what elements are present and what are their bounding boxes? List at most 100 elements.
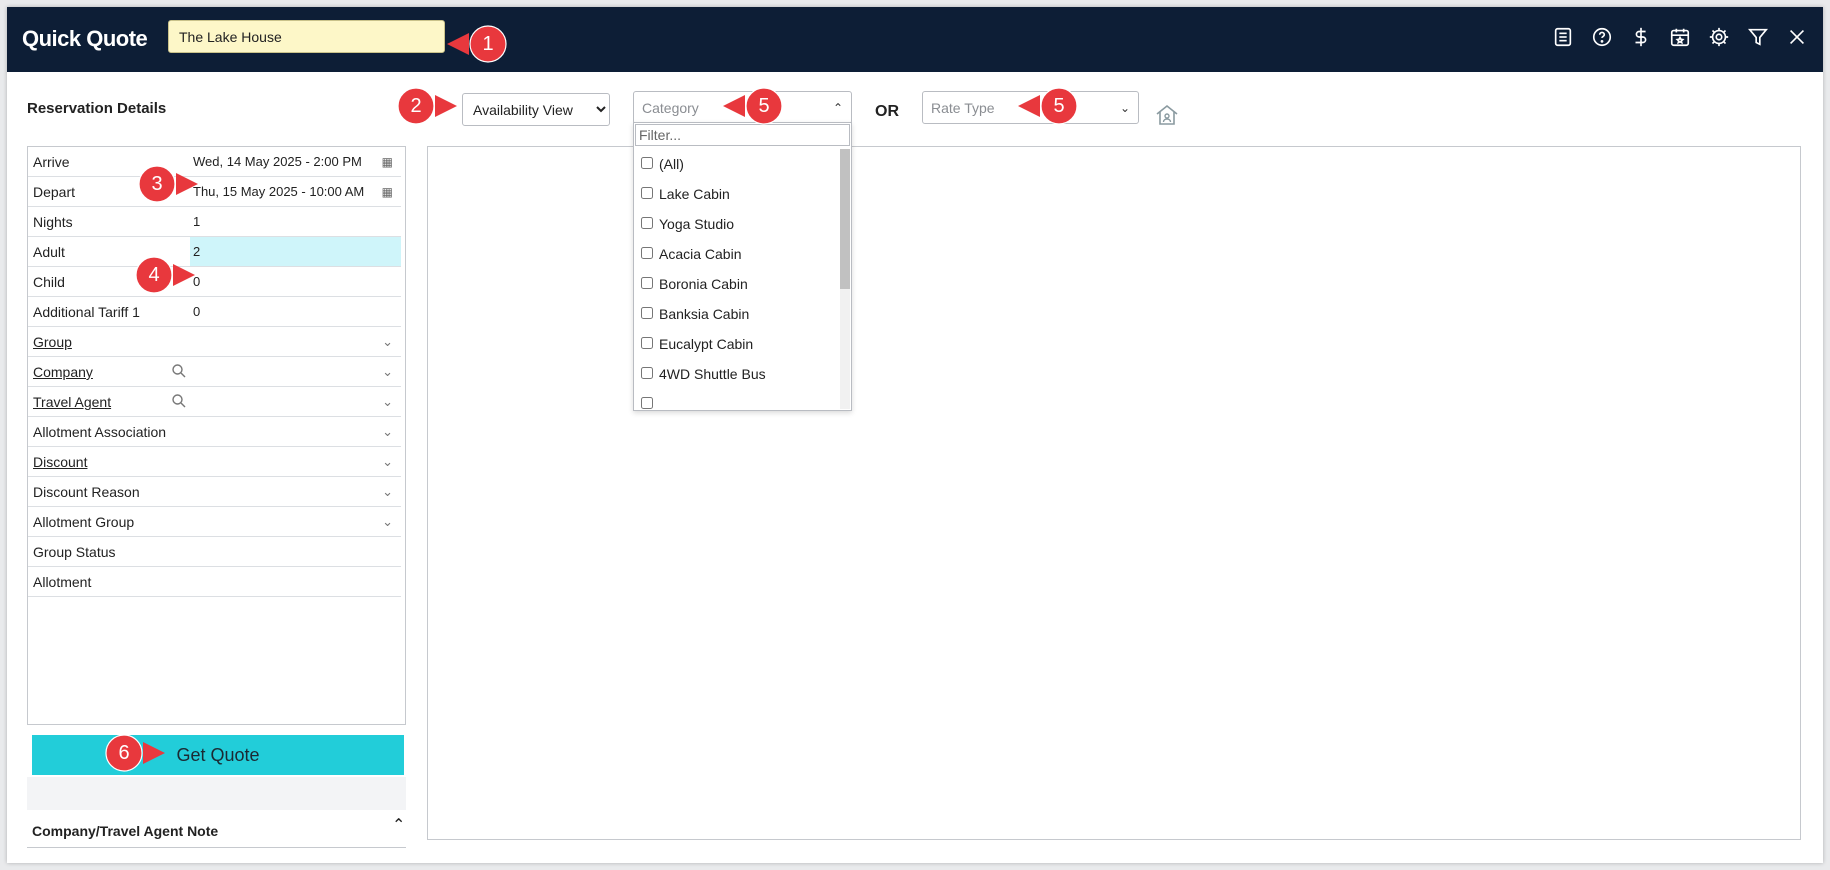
or-label: OR bbox=[875, 103, 899, 120]
home-icon[interactable] bbox=[1154, 103, 1180, 127]
checkbox[interactable] bbox=[641, 247, 653, 259]
chevron-down-icon[interactable]: ⌄ bbox=[382, 334, 393, 350]
row-label: Arrive bbox=[33, 154, 70, 170]
chevron-down-icon[interactable]: ⌄ bbox=[382, 484, 393, 500]
adult-field-highlight bbox=[190, 237, 401, 266]
callout-4: 4 bbox=[131, 256, 195, 294]
travel-agent-link[interactable]: Travel Agent bbox=[33, 394, 111, 410]
chevron-up-icon[interactable]: ⌃ bbox=[392, 815, 405, 835]
category-option-all[interactable]: (All) bbox=[634, 149, 839, 179]
callout-number: 2 bbox=[410, 95, 422, 117]
search-icon[interactable] bbox=[171, 363, 187, 379]
header-toolbar bbox=[1551, 25, 1809, 49]
window-title: Quick Quote bbox=[22, 26, 148, 51]
option-label: Yoga Studio bbox=[659, 216, 734, 232]
list-icon[interactable] bbox=[1551, 25, 1575, 49]
row-label: Nights bbox=[33, 214, 73, 230]
arrive-value[interactable]: Wed, 14 May 2025 - 2:00 PM bbox=[193, 154, 362, 169]
callout-1: 1 bbox=[447, 25, 511, 63]
checkbox[interactable] bbox=[641, 367, 653, 379]
view-select[interactable]: Availability View bbox=[462, 93, 610, 126]
get-quote-button[interactable]: Get Quote bbox=[32, 735, 404, 775]
checkbox[interactable] bbox=[641, 397, 653, 409]
row-nights[interactable]: Nights 1 bbox=[28, 207, 401, 237]
row-allotment-association[interactable]: Allotment Association ⌄ bbox=[28, 417, 401, 447]
checkbox[interactable] bbox=[641, 277, 653, 289]
row-label: Allotment Group bbox=[33, 514, 135, 530]
callout-5-rate-type: 5 bbox=[1018, 87, 1082, 125]
category-filter-input[interactable] bbox=[635, 124, 850, 146]
category-option[interactable]: Lake Cabin bbox=[634, 179, 839, 209]
group-link[interactable]: Group bbox=[33, 334, 72, 350]
checkbox[interactable] bbox=[641, 157, 653, 169]
category-option[interactable]: Banksia Cabin bbox=[634, 299, 839, 329]
tariff-value[interactable]: 0 bbox=[193, 304, 200, 319]
property-input[interactable] bbox=[168, 20, 445, 53]
checkbox[interactable] bbox=[641, 217, 653, 229]
discount-link[interactable]: Discount bbox=[33, 454, 87, 470]
row-label: Additional Tariff 1 bbox=[33, 304, 140, 320]
callout-3: 3 bbox=[134, 165, 198, 203]
gear-icon[interactable] bbox=[1707, 25, 1731, 49]
rate-type-placeholder: Rate Type bbox=[931, 100, 995, 116]
option-label: Acacia Cabin bbox=[659, 246, 742, 262]
row-depart[interactable]: Depart Thu, 15 May 2025 - 10:00 AM ▦ bbox=[28, 177, 401, 207]
chevron-down-icon[interactable]: ⌄ bbox=[382, 454, 393, 470]
checkbox[interactable] bbox=[641, 307, 653, 319]
category-popup: (All) Lake Cabin Yoga Studio Acacia Cabi… bbox=[633, 122, 852, 411]
row-label: Child bbox=[33, 274, 65, 290]
callout-number: 5 bbox=[758, 95, 770, 117]
dollar-icon[interactable] bbox=[1629, 25, 1653, 49]
chevron-down-icon[interactable]: ⌄ bbox=[382, 424, 393, 440]
calendar-icon[interactable]: ▦ bbox=[382, 185, 393, 199]
row-label: Group Status bbox=[33, 544, 116, 560]
row-group[interactable]: Group ⌄ bbox=[28, 327, 401, 357]
reservation-details-title: Reservation Details bbox=[27, 100, 167, 117]
reservation-form: Arrive Wed, 14 May 2025 - 2:00 PM ▦ Depa… bbox=[27, 146, 406, 725]
category-option-partial[interactable] bbox=[634, 389, 839, 409]
close-icon[interactable] bbox=[1785, 25, 1809, 49]
calendar-star-icon[interactable] bbox=[1668, 25, 1692, 49]
checkbox[interactable] bbox=[641, 337, 653, 349]
category-placeholder: Category bbox=[642, 100, 699, 116]
row-label: Depart bbox=[33, 184, 76, 200]
row-arrive[interactable]: Arrive Wed, 14 May 2025 - 2:00 PM ▦ bbox=[28, 147, 401, 177]
row-allotment-group[interactable]: Allotment Group ⌄ bbox=[28, 507, 401, 537]
category-option[interactable]: Eucalypt Cabin bbox=[634, 329, 839, 359]
category-option[interactable]: Acacia Cabin bbox=[634, 239, 839, 269]
callout-number: 4 bbox=[148, 264, 160, 286]
calendar-icon[interactable]: ▦ bbox=[382, 155, 393, 169]
quick-quote-window: Quick Quote Reserv bbox=[7, 7, 1823, 863]
row-discount-reason[interactable]: Discount Reason ⌄ bbox=[28, 477, 401, 507]
option-label: Lake Cabin bbox=[659, 186, 730, 202]
callout-number: 1 bbox=[482, 33, 494, 55]
row-travel-agent[interactable]: Travel Agent ⌄ bbox=[28, 387, 401, 417]
divider-strip bbox=[27, 777, 406, 810]
row-label: Adult bbox=[33, 244, 65, 260]
chevron-down-icon[interactable]: ⌄ bbox=[382, 364, 393, 380]
row-label: Allotment Association bbox=[33, 424, 167, 440]
row-additional-tariff[interactable]: Additional Tariff 1 0 bbox=[28, 297, 401, 327]
note-title: Company/Travel Agent Note bbox=[32, 823, 219, 839]
row-child[interactable]: Child 0 bbox=[28, 267, 401, 297]
row-adult[interactable]: Adult 2 bbox=[28, 237, 401, 267]
callout-number: 6 bbox=[118, 742, 130, 764]
category-option[interactable]: 4WD Shuttle Bus bbox=[634, 359, 839, 389]
chevron-down-icon[interactable]: ⌄ bbox=[382, 394, 393, 410]
company-link[interactable]: Company bbox=[33, 364, 93, 380]
category-option[interactable]: Yoga Studio bbox=[634, 209, 839, 239]
nights-value[interactable]: 1 bbox=[193, 214, 200, 229]
option-label: Boronia Cabin bbox=[659, 276, 748, 292]
depart-value[interactable]: Thu, 15 May 2025 - 10:00 AM bbox=[193, 184, 364, 199]
category-option[interactable]: Boronia Cabin bbox=[634, 269, 839, 299]
help-icon[interactable] bbox=[1590, 25, 1614, 49]
row-discount[interactable]: Discount ⌄ bbox=[28, 447, 401, 477]
search-icon[interactable] bbox=[171, 393, 187, 409]
row-company[interactable]: Company ⌄ bbox=[28, 357, 401, 387]
chevron-down-icon[interactable]: ⌄ bbox=[382, 514, 393, 530]
scrollbar-thumb[interactable] bbox=[840, 149, 850, 289]
filter-icon[interactable] bbox=[1746, 25, 1770, 49]
checkbox[interactable] bbox=[641, 187, 653, 199]
callout-5-category: 5 bbox=[723, 87, 787, 125]
option-label: Banksia Cabin bbox=[659, 306, 750, 322]
